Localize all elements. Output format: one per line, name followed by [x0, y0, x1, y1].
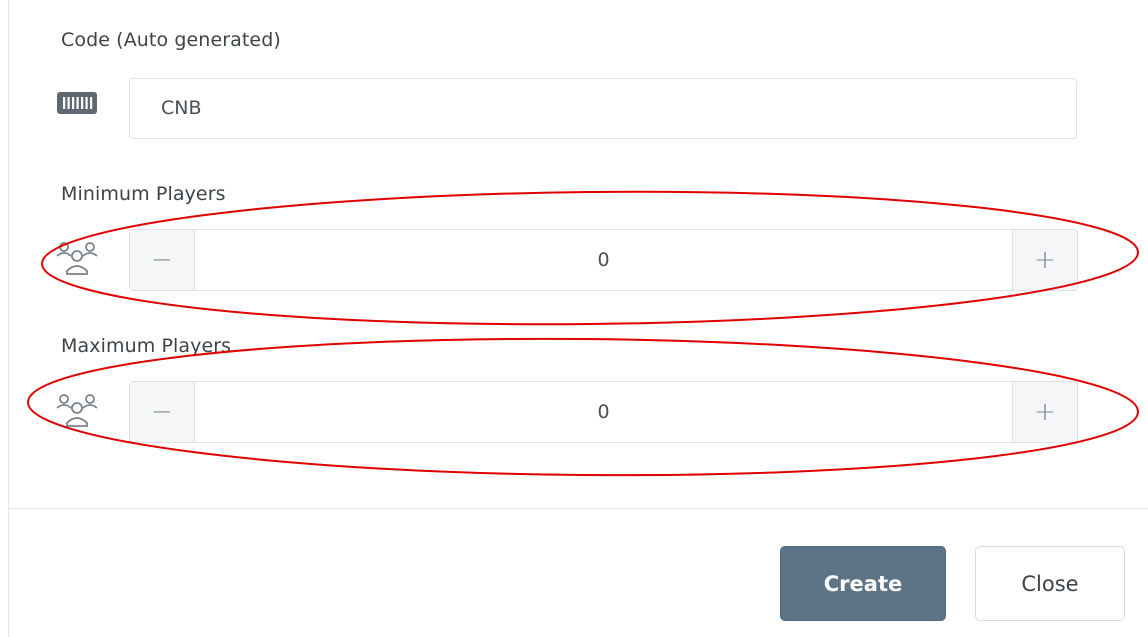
create-form-dialog: Code (Auto generated) CNB Minimum Player…	[0, 0, 1148, 637]
barcode-icon	[57, 92, 97, 114]
maximum-players-value[interactable]: 0	[195, 382, 1012, 442]
maximum-players-decrement-button[interactable]: −	[130, 382, 195, 442]
panel-left-border	[8, 0, 9, 637]
maximum-players-increment-button[interactable]: +	[1012, 382, 1077, 442]
minimum-players-label: Minimum Players	[61, 183, 226, 205]
minimum-players-decrement-button[interactable]: −	[130, 230, 195, 290]
close-button[interactable]: Close	[975, 546, 1125, 621]
group-icon	[56, 242, 98, 275]
maximum-players-label: Maximum Players	[61, 335, 232, 357]
code-label: Code (Auto generated)	[61, 29, 281, 51]
group-icon	[56, 394, 98, 427]
footer-divider	[9, 508, 1148, 509]
maximum-players-stepper[interactable]: − 0 +	[129, 381, 1078, 443]
minimum-players-value[interactable]: 0	[195, 230, 1012, 290]
minimum-players-increment-button[interactable]: +	[1012, 230, 1077, 290]
minimum-players-stepper[interactable]: − 0 +	[129, 229, 1078, 291]
code-value: CNB	[161, 97, 202, 119]
create-button[interactable]: Create	[780, 546, 946, 621]
code-input[interactable]: CNB	[129, 78, 1077, 139]
